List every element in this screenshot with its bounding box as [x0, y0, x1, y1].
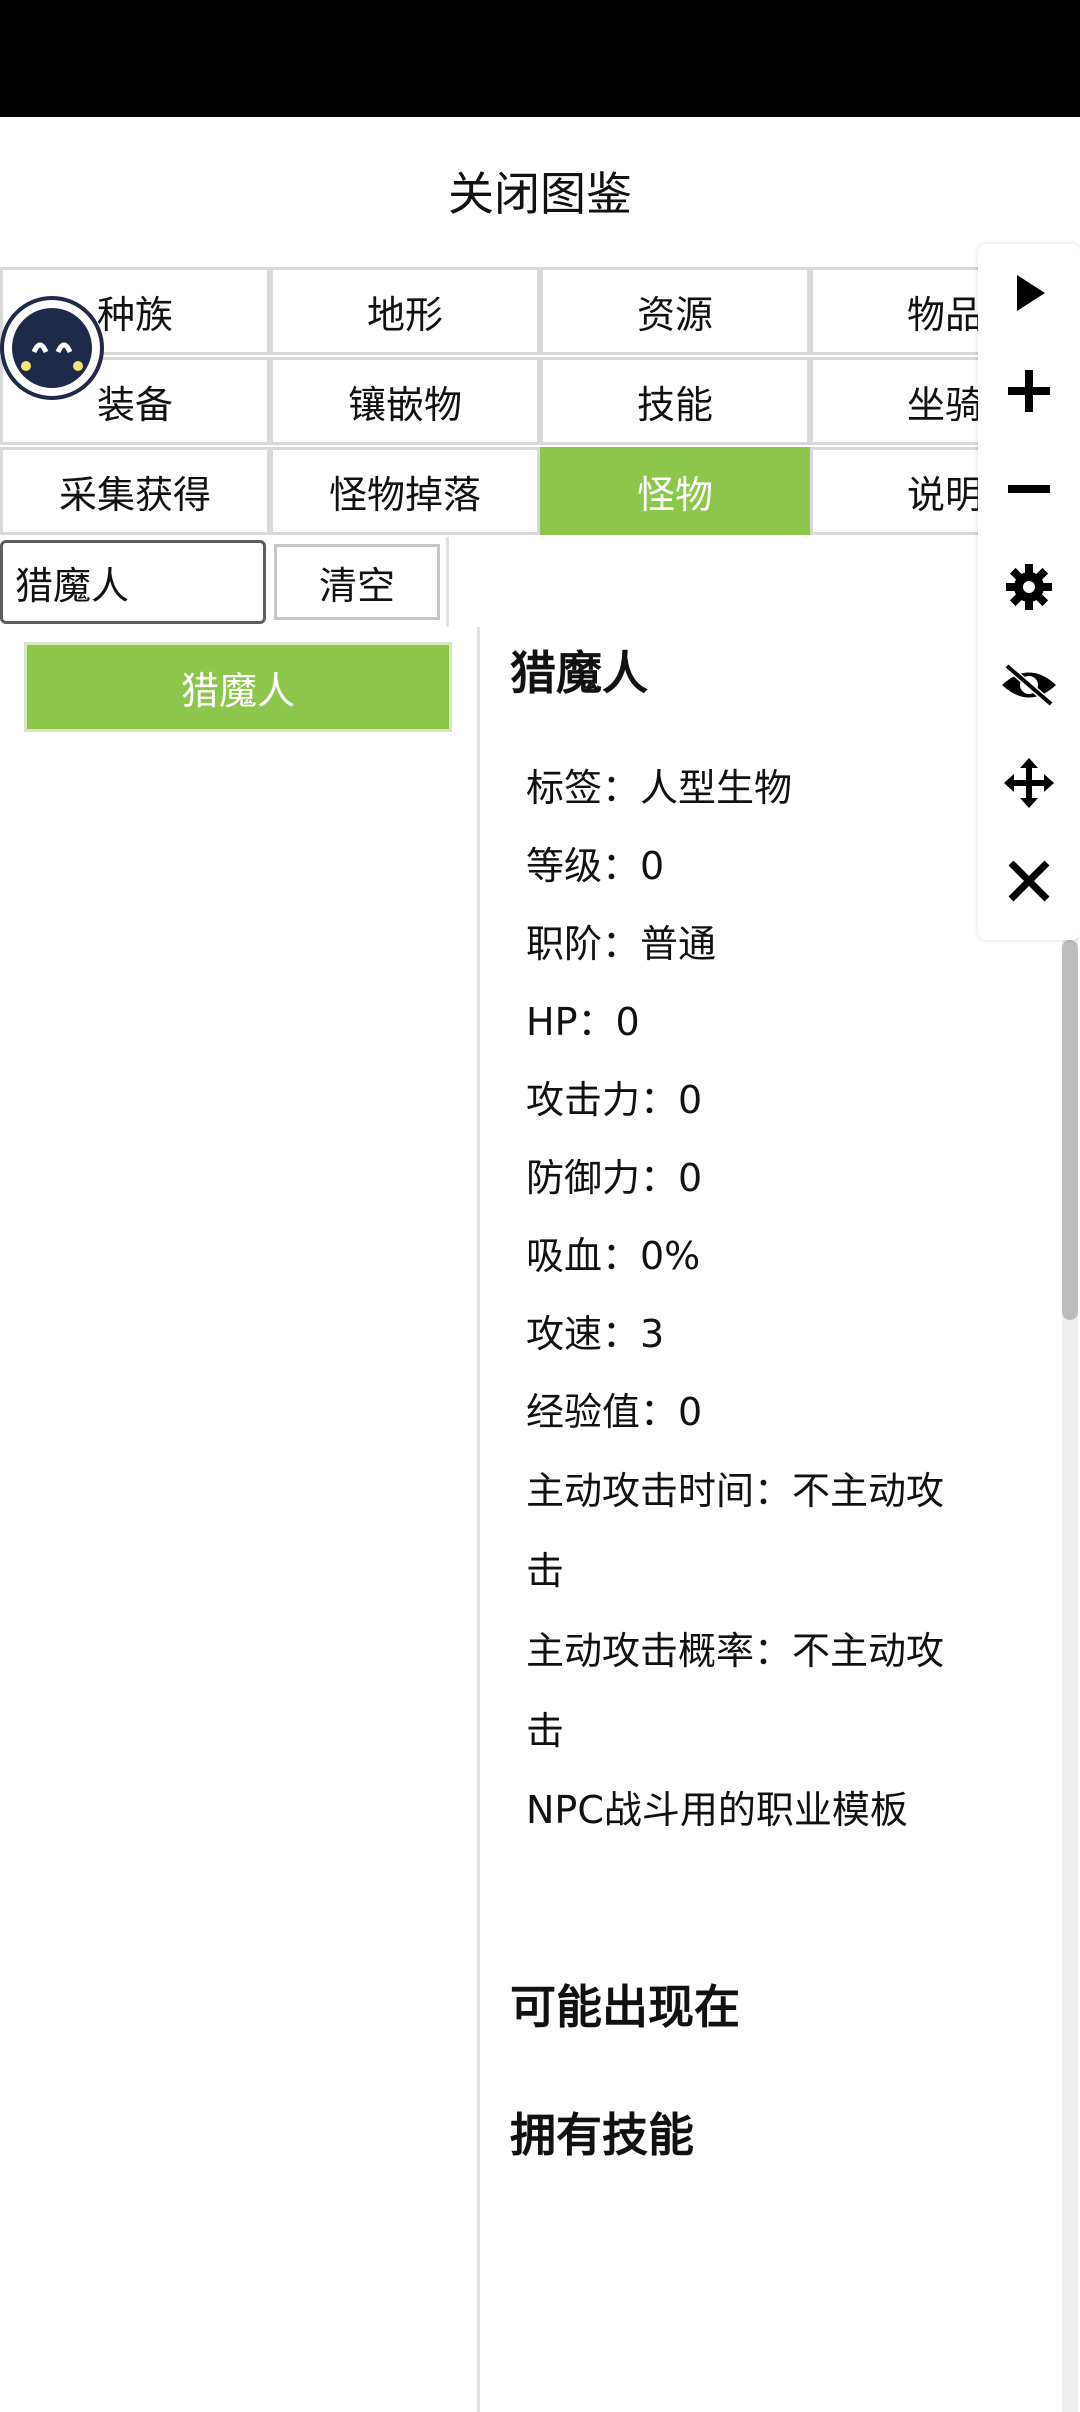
attr-aggro-chance-line2: 击	[526, 1709, 565, 1753]
tab-row-2: 装备 镶嵌物 技能 坐骑	[0, 357, 1080, 447]
section-appears-in: 可能出现在	[510, 1980, 740, 2034]
move-icon	[1004, 758, 1054, 808]
search-input[interactable]	[0, 540, 266, 624]
attr-aggro-time: 主动攻击时间：不主动攻 击	[526, 1451, 1010, 1611]
status-bar	[0, 0, 1080, 117]
attr-exp: 经验值：0	[526, 1390, 703, 1434]
attr-attack-speed: 攻速：3	[526, 1312, 665, 1356]
detail-panel: 猎魔人 标签：人型生物 等级：0 职阶：普通 HP：0 攻击力：0 防御力：0 …	[510, 627, 1010, 2167]
settings-button[interactable]	[978, 538, 1080, 636]
monster-name: 猎魔人	[510, 646, 648, 700]
close-guide-button[interactable]: 关闭图鉴	[0, 117, 1080, 265]
attr-aggro-chance-line1: 主动攻击概率：不主动攻	[526, 1629, 945, 1673]
tab-skill[interactable]: 技能	[540, 357, 810, 445]
play-button[interactable]	[978, 244, 1080, 342]
page-title: 关闭图鉴	[448, 167, 632, 221]
result-item[interactable]: 猎魔人	[24, 642, 452, 732]
close-button[interactable]	[978, 832, 1080, 930]
close-icon	[1008, 860, 1050, 902]
tab-row-1: 种族 地形 资源 物品	[0, 267, 1080, 357]
attr-class: 职阶：普通	[526, 922, 717, 966]
plus-icon	[1008, 370, 1050, 412]
attribute-list: 标签：人型生物 等级：0 职阶：普通 HP：0 攻击力：0 防御力：0 吸血：0…	[510, 749, 1010, 1849]
divider	[446, 537, 449, 627]
attr-aggro-chance: 主动攻击概率：不主动攻 击	[526, 1611, 1010, 1771]
tab-row-3: 采集获得 怪物掉落 怪物 说明	[0, 447, 1080, 537]
floating-toolbar	[978, 244, 1080, 940]
eye-off-icon	[1002, 663, 1056, 707]
search-row: 清空	[0, 537, 450, 627]
move-button[interactable]	[978, 734, 1080, 832]
attr-attack: 攻击力：0	[526, 1078, 703, 1122]
play-icon	[1017, 275, 1045, 311]
attr-aggro-time-line2: 击	[526, 1549, 565, 1593]
attr-tag: 标签：人型生物	[526, 766, 793, 810]
visibility-button[interactable]	[978, 636, 1080, 734]
tab-monster[interactable]: 怪物	[540, 447, 810, 535]
zoom-out-button[interactable]	[978, 440, 1080, 538]
attr-level: 等级：0	[526, 844, 665, 888]
attr-hp: HP：0	[526, 1000, 640, 1044]
assistant-avatar[interactable]	[0, 296, 104, 400]
minus-icon	[1008, 485, 1050, 493]
attr-lifesteal: 吸血：0%	[526, 1234, 701, 1278]
clear-button[interactable]: 清空	[274, 544, 440, 620]
attr-aggro-time-line1: 主动攻击时间：不主动攻	[526, 1469, 945, 1513]
category-tabs: 种族 地形 资源 物品 装备 镶嵌物 技能 坐骑 采集获得 怪物掉落 怪物 说明	[0, 267, 1080, 537]
panel-divider	[477, 627, 480, 2412]
tab-inlay[interactable]: 镶嵌物	[270, 357, 540, 445]
monster-note: NPC战斗用的职业模板	[526, 1788, 908, 1832]
robot-face-icon	[12, 308, 92, 388]
scrollbar-thumb[interactable]	[1062, 940, 1078, 1320]
tab-monster-drops[interactable]: 怪物掉落	[270, 447, 540, 535]
tab-terrain[interactable]: 地形	[270, 267, 540, 355]
tab-gather-drops[interactable]: 采集获得	[0, 447, 270, 535]
gear-icon	[1006, 564, 1052, 610]
zoom-in-button[interactable]	[978, 342, 1080, 440]
section-skills: 拥有技能	[510, 2108, 694, 2162]
attr-defense: 防御力：0	[526, 1156, 703, 1200]
tab-resource[interactable]: 资源	[540, 267, 810, 355]
